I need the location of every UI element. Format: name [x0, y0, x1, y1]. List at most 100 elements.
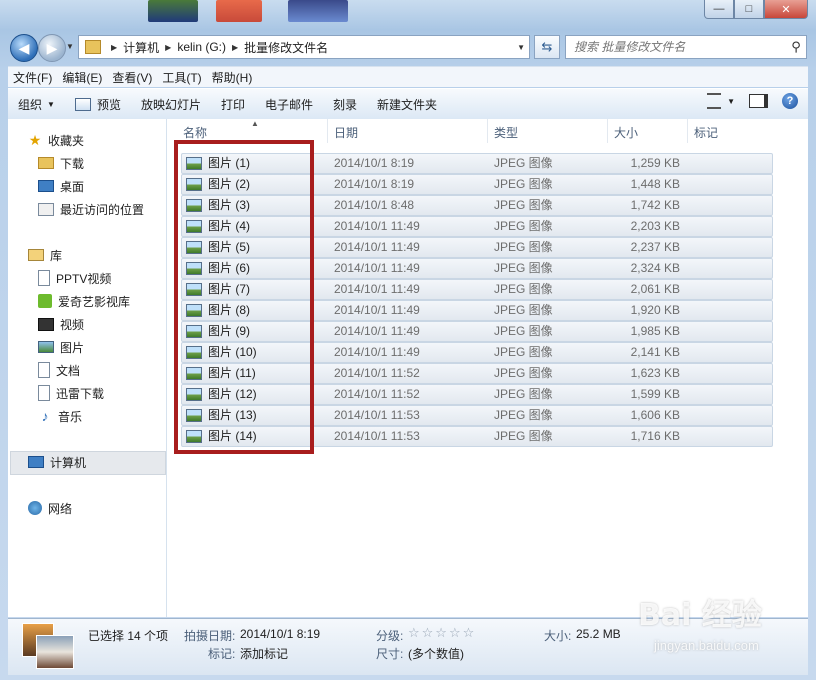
table-row[interactable]: 图片 (9) 2014/10/1 11:49 JPEG 图像 1,985 KB [181, 321, 773, 342]
refresh-button[interactable]: ⇆ [534, 35, 560, 59]
search-input[interactable] [566, 39, 786, 55]
document-icon [38, 270, 50, 286]
file-name: 图片 (4) [208, 219, 251, 233]
menu-tools[interactable]: 工具(T) [157, 69, 206, 86]
sidebar-item-music[interactable]: ♪ 音乐 [38, 405, 83, 427]
jpeg-image-icon [186, 409, 202, 422]
breadcrumb-computer[interactable]: 计算机 [123, 39, 159, 56]
sidebar-item-favorites[interactable]: ★ 收藏夹 [28, 129, 84, 151]
print-label: 打印 [220, 97, 245, 112]
preview-icon [74, 97, 91, 111]
minimize-button[interactable]: — [704, 0, 734, 19]
breadcrumb-drive[interactable]: kelin (G:) [177, 40, 226, 54]
menu-help[interactable]: 帮助(H) [207, 69, 258, 86]
sidebar-item-videos[interactable]: 视频 [38, 313, 84, 335]
jpeg-image-icon [186, 283, 202, 296]
selected-count: 已选择 14 个项 [88, 629, 169, 643]
search-icon[interactable]: ⚲ [786, 39, 806, 55]
table-row[interactable]: 图片 (4) 2014/10/1 11:49 JPEG 图像 2,203 KB [181, 216, 773, 237]
print-button[interactable]: 打印 [211, 96, 255, 113]
chevron-right-icon[interactable]: ▶ [165, 43, 171, 52]
jpeg-image-icon [186, 346, 202, 359]
menu-bar: 文件(F) 编辑(E) 查看(V) 工具(T) 帮助(H) [8, 66, 808, 87]
preview-pane-icon[interactable] [749, 94, 768, 108]
jpeg-image-icon [186, 157, 202, 170]
file-type: JPEG 图像 [494, 282, 553, 296]
file-size: 2,324 KB [630, 261, 680, 275]
table-row[interactable]: 图片 (7) 2014/10/1 11:49 JPEG 图像 2,061 KB [181, 279, 773, 300]
table-row[interactable]: 图片 (6) 2014/10/1 11:49 JPEG 图像 2,324 KB [181, 258, 773, 279]
sidebar-item-recent[interactable]: 最近访问的位置 [38, 198, 144, 220]
new-folder-button[interactable]: 新建文件夹 [367, 96, 447, 113]
search-box[interactable]: ⚲ [565, 35, 807, 59]
table-row[interactable]: 图片 (12) 2014/10/1 11:52 JPEG 图像 1,599 KB [181, 384, 773, 405]
table-row[interactable]: 图片 (14) 2014/10/1 11:53 JPEG 图像 1,716 KB [181, 426, 773, 447]
close-button[interactable]: ✕ [764, 0, 808, 19]
back-button[interactable]: ◀ [10, 34, 38, 62]
sidebar-item-desktop[interactable]: 桌面 [38, 175, 84, 197]
sidebar-item-xunlei[interactable]: 迅雷下载 [38, 382, 104, 404]
minimize-icon: — [713, 3, 725, 15]
menu-edit[interactable]: 编辑(E) [57, 69, 107, 86]
organize-button[interactable]: 组织 ▼ [8, 96, 65, 113]
change-view-button[interactable]: ▼ [707, 93, 735, 109]
sidebar-item-pictures[interactable]: 图片 [38, 336, 84, 358]
file-name-cell: 图片 (3) [186, 196, 250, 215]
file-type: JPEG 图像 [494, 219, 553, 233]
address-dropdown-icon[interactable]: ▼ [517, 43, 525, 52]
column-size[interactable]: 大小 [607, 119, 686, 143]
file-name: 图片 (12) [208, 387, 257, 401]
table-row[interactable]: 图片 (5) 2014/10/1 11:49 JPEG 图像 2,237 KB [181, 237, 773, 258]
table-row[interactable]: 图片 (10) 2014/10/1 11:49 JPEG 图像 2,141 KB [181, 342, 773, 363]
file-size: 2,237 KB [630, 240, 680, 254]
file-name: 图片 (5) [208, 240, 251, 254]
sidebar-item-downloads[interactable]: 下载 [38, 152, 84, 174]
details-pane: 已选择 14 个项 拍摄日期: 2014/10/1 8:19 标记: 添加标记 … [8, 618, 808, 675]
file-date: 2014/10/1 11:52 [334, 366, 420, 380]
size-label: 大小: [544, 629, 572, 643]
column-date[interactable]: 日期 [327, 119, 484, 143]
file-name-cell: 图片 (12) [186, 385, 257, 404]
table-row[interactable]: 图片 (8) 2014/10/1 11:49 JPEG 图像 1,920 KB [181, 300, 773, 321]
recent-pages-dropdown[interactable]: ▼ [66, 42, 74, 51]
address-bar[interactable]: ▶ 计算机 ▶ kelin (G:) ▶ 批量修改文件名 ▼ [78, 35, 530, 59]
file-name: 图片 (13) [208, 408, 257, 422]
file-name-cell: 图片 (5) [186, 238, 250, 257]
table-row[interactable]: 图片 (3) 2014/10/1 8:48 JPEG 图像 1,742 KB [181, 195, 773, 216]
sidebar-item-iqiyi[interactable]: 爱奇艺影视库 [38, 290, 130, 312]
file-name: 图片 (11) [208, 366, 256, 380]
table-row[interactable]: 图片 (2) 2014/10/1 8:19 JPEG 图像 1,448 KB [181, 174, 773, 195]
table-row[interactable]: 图片 (11) 2014/10/1 11:52 JPEG 图像 1,623 KB [181, 363, 773, 384]
sidebar-item-label: 文档 [56, 363, 81, 378]
sidebar-item-pptv[interactable]: PPTV视频 [38, 267, 111, 289]
menu-view[interactable]: 查看(V) [107, 69, 157, 86]
breadcrumb-folder[interactable]: 批量修改文件名 [244, 39, 328, 56]
sidebar-item-network[interactable]: 网络 [28, 497, 72, 519]
forward-button[interactable]: ▶ [38, 34, 66, 62]
slideshow-button[interactable]: 放映幻灯片 [131, 96, 211, 113]
column-type[interactable]: 类型 [487, 119, 604, 143]
column-tags[interactable]: 标记 [687, 119, 774, 143]
column-name[interactable]: 名称 [177, 119, 323, 143]
chevron-right-icon[interactable]: ▶ [232, 43, 238, 52]
table-row[interactable]: 图片 (13) 2014/10/1 11:53 JPEG 图像 1,606 KB [181, 405, 773, 426]
email-button[interactable]: 电子邮件 [255, 96, 323, 113]
file-name-cell: 图片 (6) [186, 259, 250, 278]
table-row[interactable]: 图片 (1) 2014/10/1 8:19 JPEG 图像 1,259 KB [181, 153, 773, 174]
help-icon[interactable]: ? [782, 93, 798, 109]
sidebar-item-computer[interactable]: 计算机 [28, 451, 86, 473]
chevron-right-icon[interactable]: ▶ [111, 43, 117, 52]
file-type: JPEG 图像 [494, 345, 553, 359]
burn-button[interactable]: 刻录 [323, 96, 367, 113]
preview-button[interactable]: 预览 [65, 96, 131, 113]
jpeg-image-icon [186, 178, 202, 191]
music-note-icon: ♪ [41, 408, 49, 424]
file-name-cell: 图片 (2) [186, 175, 250, 194]
tags-value[interactable]: 添加标记 [240, 645, 288, 662]
menu-file[interactable]: 文件(F) [8, 69, 57, 86]
sidebar-item-libraries[interactable]: 库 [28, 244, 62, 266]
maximize-button[interactable]: □ [734, 0, 764, 19]
sidebar-item-documents[interactable]: 文档 [38, 359, 80, 381]
rating-stars[interactable]: ☆☆☆☆☆ [408, 625, 476, 641]
file-size: 1,599 KB [630, 387, 680, 401]
